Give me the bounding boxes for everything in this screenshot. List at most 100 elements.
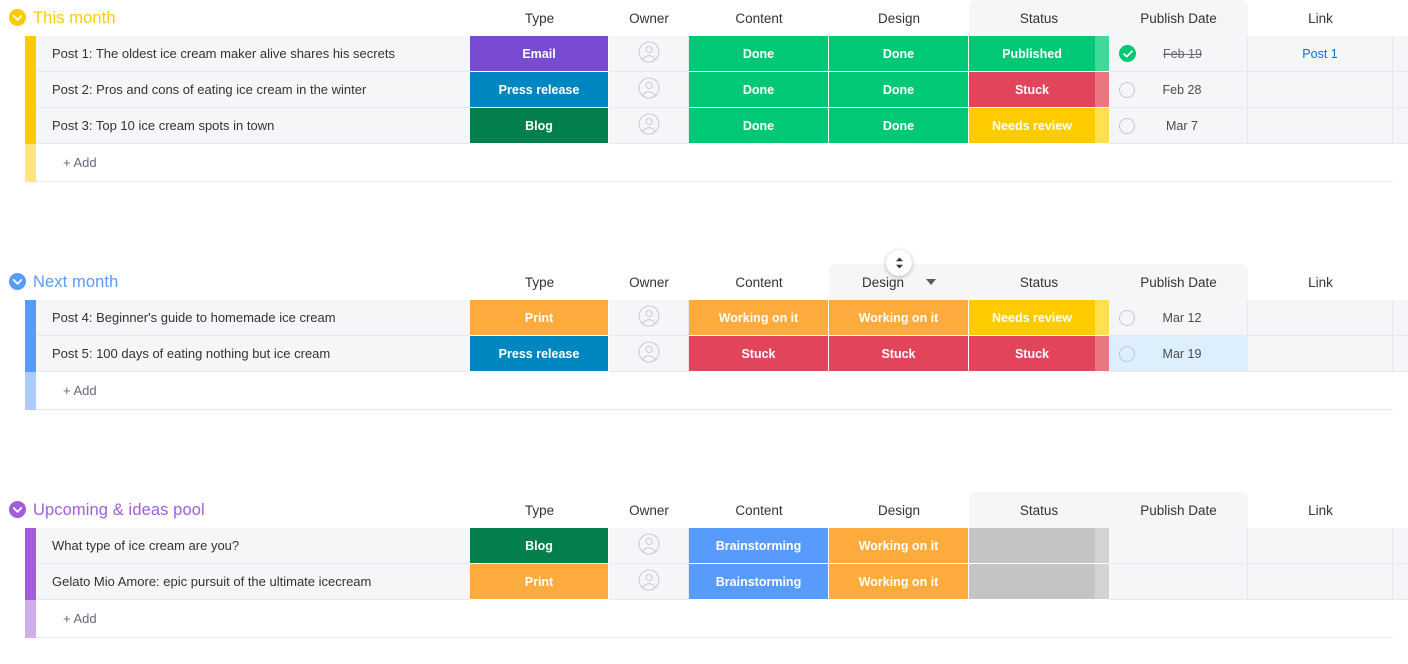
cell-owner[interactable]: [609, 72, 689, 108]
cell-owner[interactable]: [609, 564, 689, 600]
date-unchecked-icon[interactable]: [1119, 118, 1135, 134]
column-header-owner[interactable]: Owner: [609, 264, 689, 300]
cell-design[interactable]: Working on it: [829, 564, 969, 600]
column-header-design[interactable]: Design: [829, 0, 969, 36]
cell-item-name[interactable]: Gelato Mio Amore: epic pursuit of the ul…: [36, 564, 470, 600]
group-title[interactable]: Upcoming & ideas pool: [33, 498, 205, 522]
column-header-status[interactable]: Status: [969, 492, 1109, 528]
cell-content[interactable]: Brainstorming: [689, 564, 829, 600]
cell-extra-truncated[interactable]: [1393, 108, 1408, 144]
add-item-row[interactable]: + Add: [0, 600, 1408, 638]
cell-type[interactable]: Press release: [470, 72, 609, 108]
cell-content[interactable]: Brainstorming: [689, 528, 829, 564]
cell-link[interactable]: [1248, 300, 1393, 336]
cell-link[interactable]: [1248, 564, 1393, 600]
cell-status[interactable]: Stuck: [969, 72, 1109, 108]
date-unchecked-icon[interactable]: [1119, 346, 1135, 362]
cell-status[interactable]: Stuck: [969, 336, 1109, 372]
date-unchecked-icon[interactable]: [1119, 310, 1135, 326]
cell-type[interactable]: Print: [470, 564, 609, 600]
cell-extra-truncated[interactable]: [1393, 36, 1408, 72]
date-checked-icon[interactable]: [1119, 45, 1136, 62]
cell-extra-truncated[interactable]: [1393, 564, 1408, 600]
column-header-type[interactable]: Type: [470, 264, 609, 300]
column-header-link[interactable]: Link: [1248, 0, 1393, 36]
cell-type[interactable]: Print: [470, 300, 609, 336]
cell-item-name[interactable]: Post 3: Top 10 ice cream spots in town: [36, 108, 470, 144]
cell-extra-truncated[interactable]: [1393, 336, 1408, 372]
cell-link[interactable]: Post 1: [1248, 36, 1393, 72]
cell-owner[interactable]: [609, 528, 689, 564]
group-title[interactable]: This month: [33, 6, 116, 30]
cell-type[interactable]: Email: [470, 36, 609, 72]
cell-link[interactable]: [1248, 108, 1393, 144]
cell-publish-date[interactable]: Mar 12: [1109, 300, 1248, 336]
cell-design[interactable]: Stuck: [829, 336, 969, 372]
cell-publish-date[interactable]: [1109, 564, 1248, 600]
cell-owner[interactable]: [609, 300, 689, 336]
add-item-button[interactable]: + Add: [36, 600, 1393, 638]
cell-content[interactable]: Working on it: [689, 300, 829, 336]
column-header-link[interactable]: Link: [1248, 264, 1393, 300]
cell-content[interactable]: Done: [689, 36, 829, 72]
cell-status[interactable]: Needs review: [969, 108, 1109, 144]
column-header-content[interactable]: Content: [689, 492, 829, 528]
cell-publish-date[interactable]: Feb 28: [1109, 72, 1248, 108]
cell-item-name[interactable]: Post 4: Beginner's guide to homemade ice…: [36, 300, 470, 336]
cell-status[interactable]: [969, 528, 1109, 564]
cell-content[interactable]: Stuck: [689, 336, 829, 372]
column-header-owner[interactable]: Owner: [609, 492, 689, 528]
cell-owner[interactable]: [609, 108, 689, 144]
cell-item-name[interactable]: Post 1: The oldest ice cream maker alive…: [36, 36, 470, 72]
cell-design[interactable]: Working on it: [829, 528, 969, 564]
column-header-owner[interactable]: Owner: [609, 0, 689, 36]
column-header-design[interactable]: Design: [829, 492, 969, 528]
column-header-type[interactable]: Type: [470, 0, 609, 36]
column-header-date[interactable]: Publish Date: [1109, 0, 1248, 36]
cell-publish-date[interactable]: [1109, 528, 1248, 564]
add-item-button[interactable]: + Add: [36, 372, 1393, 410]
cell-publish-date[interactable]: Mar 7: [1109, 108, 1248, 144]
cell-item-name[interactable]: Post 2: Pros and cons of eating ice crea…: [36, 72, 470, 108]
chevron-down-circle-icon[interactable]: [9, 273, 26, 290]
chevron-down-icon[interactable]: [926, 279, 936, 285]
cell-design[interactable]: Done: [829, 72, 969, 108]
cell-status[interactable]: Needs review: [969, 300, 1109, 336]
column-header-status[interactable]: Status: [969, 264, 1109, 300]
cell-link[interactable]: [1248, 336, 1393, 372]
chevron-down-circle-icon[interactable]: [9, 501, 26, 518]
group-title[interactable]: Next month: [33, 270, 118, 294]
cell-owner[interactable]: [609, 336, 689, 372]
cell-content[interactable]: Done: [689, 72, 829, 108]
add-item-button[interactable]: + Add: [36, 144, 1393, 182]
add-item-row[interactable]: + Add: [0, 144, 1408, 182]
cell-type[interactable]: Press release: [470, 336, 609, 372]
cell-type[interactable]: Blog: [470, 108, 609, 144]
link-text[interactable]: Post 1: [1302, 47, 1337, 61]
cell-extra-truncated[interactable]: [1393, 300, 1408, 336]
cell-item-name[interactable]: Post 5: 100 days of eating nothing but i…: [36, 336, 470, 372]
column-header-type[interactable]: Type: [470, 492, 609, 528]
add-item-row[interactable]: + Add: [0, 372, 1408, 410]
column-header-content[interactable]: Content: [689, 264, 829, 300]
column-header-link[interactable]: Link: [1248, 492, 1393, 528]
column-header-content[interactable]: Content: [689, 0, 829, 36]
cell-item-name[interactable]: What type of ice cream are you?: [36, 528, 470, 564]
cell-extra-truncated[interactable]: [1393, 528, 1408, 564]
cell-owner[interactable]: [609, 36, 689, 72]
cell-design[interactable]: Done: [829, 108, 969, 144]
cell-status[interactable]: Published: [969, 36, 1109, 72]
cell-type[interactable]: Blog: [470, 528, 609, 564]
column-header-date[interactable]: Publish Date: [1109, 492, 1248, 528]
date-unchecked-icon[interactable]: [1119, 82, 1135, 98]
column-sort-handle[interactable]: [886, 250, 912, 276]
cell-design[interactable]: Done: [829, 36, 969, 72]
column-header-status[interactable]: Status: [969, 0, 1109, 36]
cell-link[interactable]: [1248, 72, 1393, 108]
cell-status[interactable]: [969, 564, 1109, 600]
cell-publish-date[interactable]: Mar 19: [1109, 336, 1248, 372]
cell-publish-date[interactable]: Feb 19: [1109, 36, 1248, 72]
column-header-date[interactable]: Publish Date: [1109, 264, 1248, 300]
cell-content[interactable]: Done: [689, 108, 829, 144]
cell-extra-truncated[interactable]: [1393, 72, 1408, 108]
